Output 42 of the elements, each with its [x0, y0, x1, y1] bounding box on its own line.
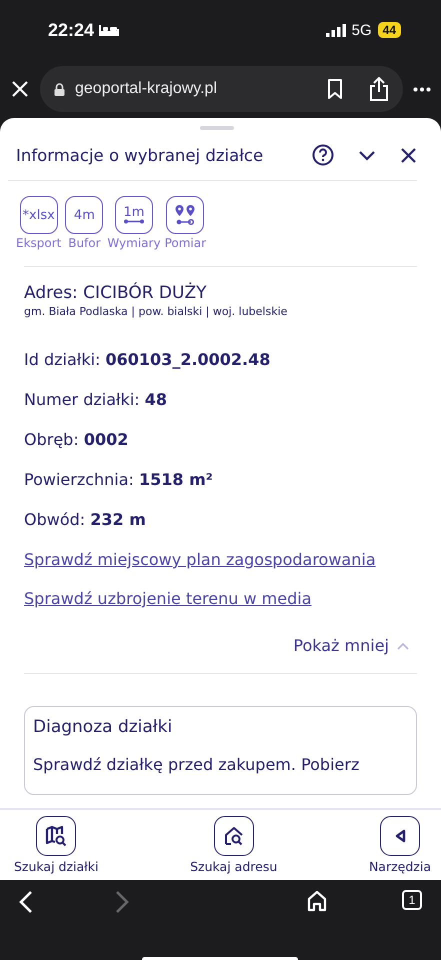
parcel-detail: Obręb: 0002: [24, 430, 130, 450]
clock-time: 22:24: [48, 20, 94, 40]
battery-level: 44: [378, 22, 401, 38]
pins-icon: [174, 204, 196, 226]
forward-icon[interactable]: [114, 890, 130, 914]
url-text: geoportal-krajowy.pl: [75, 80, 218, 98]
panel-title: Informacje o wybranej działce: [16, 146, 264, 164]
nav-button[interactable]: Szukaj adresu: [190, 810, 278, 880]
card-title: Diagnoza działki: [33, 717, 174, 737]
address-title: Adres: CICIBÓR DUŻY: [24, 283, 208, 303]
show-less-toggle[interactable]: Pokaż mniej: [24, 636, 417, 655]
parcel-detail: Numer działki: 48: [24, 390, 168, 410]
link[interactable]: Sprawdź miejscowy plan zagospodarowania: [24, 550, 376, 569]
drag-handle[interactable]: [200, 126, 234, 130]
card-text: Sprawdź działkę przed zakupem. Pobierz: [33, 755, 360, 774]
triangle-left-icon: [394, 829, 406, 843]
lock-icon: [54, 82, 65, 96]
tool-icon-text: 4m: [74, 208, 95, 222]
bed-icon: [99, 24, 120, 36]
link[interactable]: Sprawdź uzbrojenie terenu w media: [24, 589, 312, 608]
nav-button[interactable]: Narzędzia: [368, 810, 431, 880]
address-subtitle: gm. Biała Podlaska | pow. bialski | woj. lubelskie: [24, 305, 288, 318]
share-icon[interactable]: [369, 77, 389, 101]
more-icon[interactable]: [413, 86, 431, 92]
parcel-detail: Id działki: 060103_2.0002.48: [24, 350, 272, 370]
close-icon[interactable]: [10, 79, 30, 99]
address-bar[interactable]: geoportal-krajowy.pl: [40, 66, 403, 112]
back-icon[interactable]: [18, 890, 34, 914]
bookmark-icon[interactable]: [327, 79, 343, 99]
ruler-icon: [124, 219, 144, 224]
house-search-icon: [222, 825, 245, 847]
home-icon[interactable]: [306, 890, 328, 912]
parcel-detail: Powierzchnia: 1518 m²: [24, 470, 214, 490]
tabs-button[interactable]: 1: [402, 890, 422, 910]
tool-icon-text: 1m: [124, 206, 144, 219]
parcel-detail: Obwód: 232 m: [24, 510, 147, 530]
chevron-up-icon: [397, 642, 409, 650]
nav-button[interactable]: Szukaj działki: [14, 810, 98, 880]
map-search-icon: [45, 825, 68, 847]
tool-icon-text: *xlsx: [22, 208, 55, 222]
network-label: 5G: [352, 22, 372, 38]
signal-icon: [326, 24, 346, 36]
